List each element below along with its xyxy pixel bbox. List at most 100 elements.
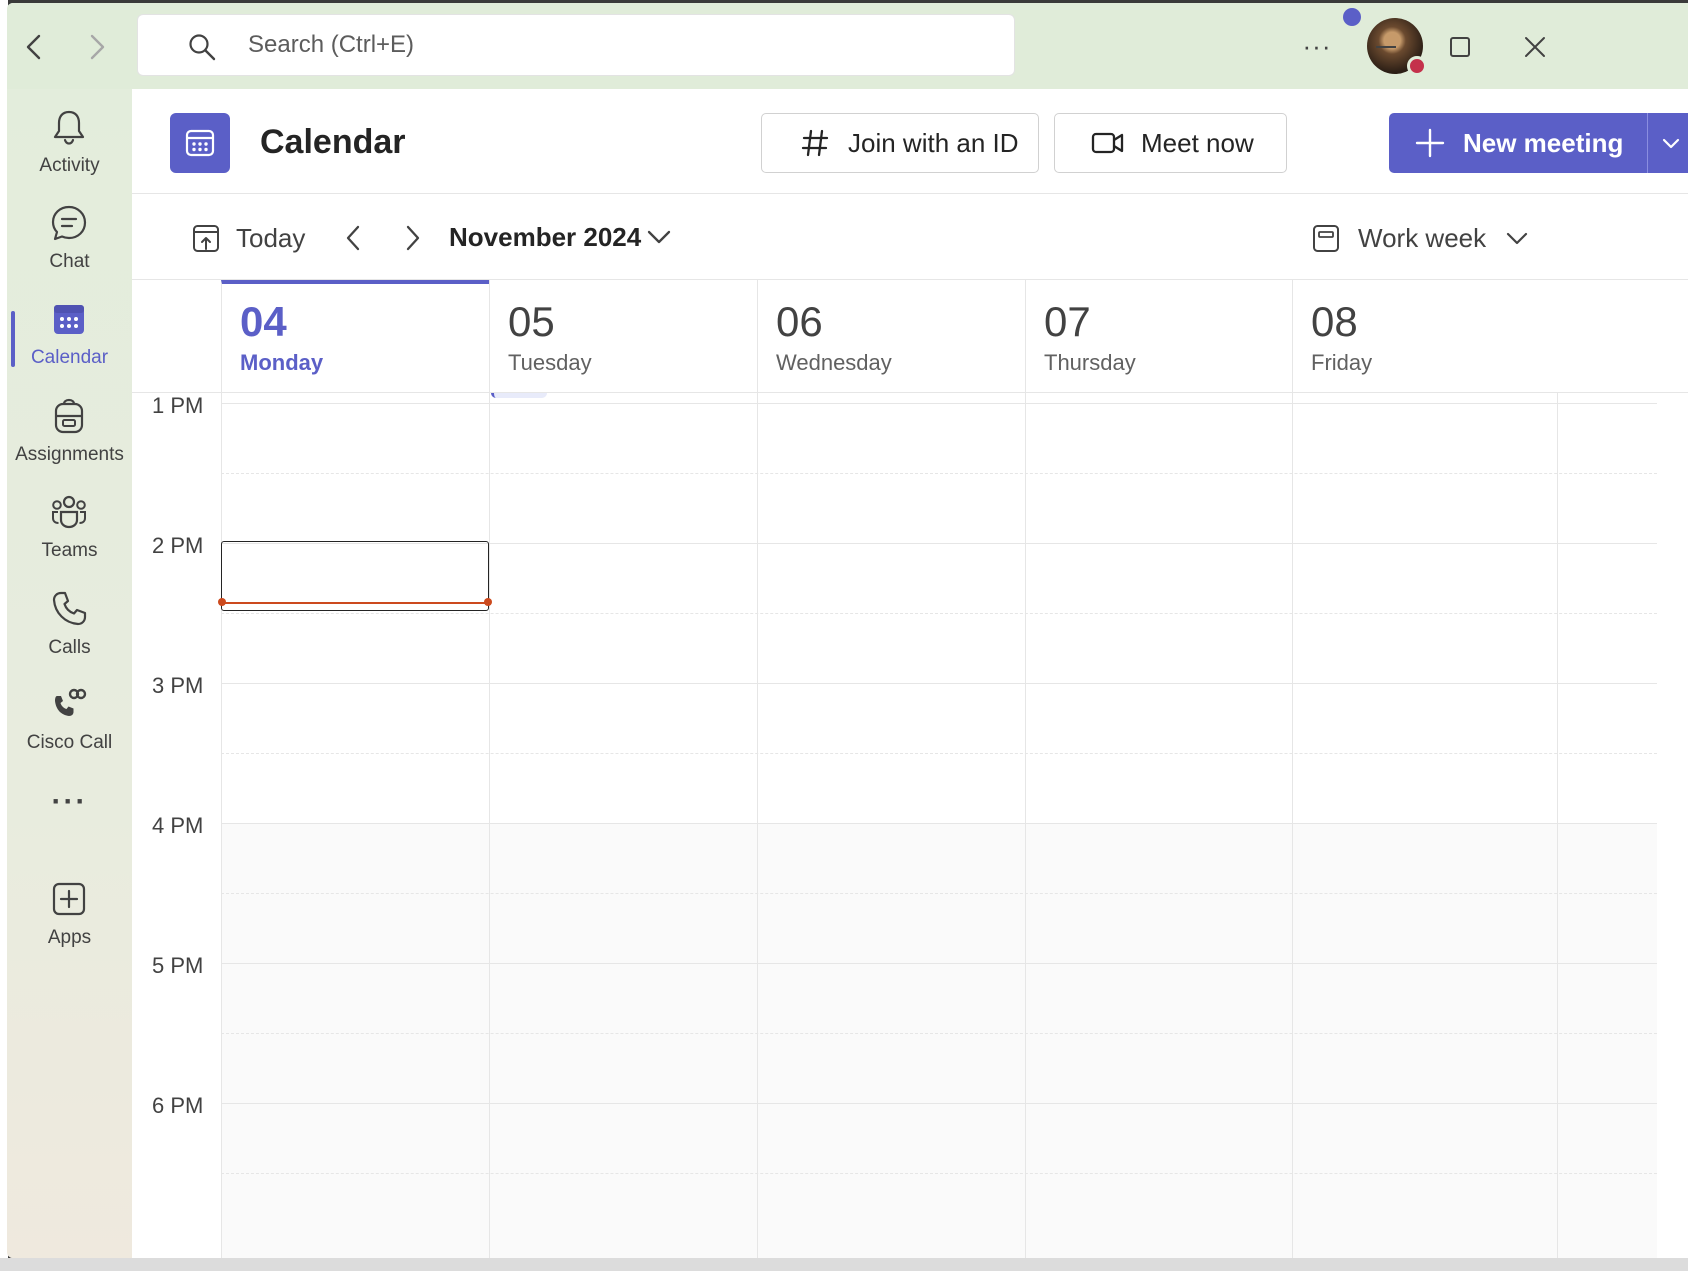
maximize-button[interactable] <box>1435 25 1485 69</box>
rail-item-label: Chat <box>49 251 90 272</box>
hashtag-icon <box>801 129 829 157</box>
search-input[interactable] <box>248 15 988 75</box>
time-label: 1 PM <box>152 393 204 418</box>
chevron-down-icon[interactable] <box>1659 131 1683 155</box>
previous-week-button[interactable] <box>333 216 373 260</box>
more-options-button[interactable]: ··· <box>1297 31 1337 61</box>
close-button[interactable] <box>1510 25 1560 69</box>
video-camera-icon <box>1091 132 1124 154</box>
rail-item-calls[interactable]: Calls <box>7 579 132 675</box>
rail-item-apps[interactable]: Apps <box>7 869 132 965</box>
teams-people-icon <box>52 495 86 529</box>
day-name: Friday <box>1311 350 1373 375</box>
day-number: 06 <box>776 298 823 345</box>
day-number: 08 <box>1311 298 1358 345</box>
search-icon <box>189 34 216 61</box>
day-name: Wednesday <box>776 350 892 375</box>
rail-item-label: Assignments <box>15 444 124 465</box>
next-week-button[interactable] <box>393 216 433 260</box>
day-header-friday[interactable]: 08 Friday <box>1292 280 1688 393</box>
day-number: 07 <box>1044 298 1091 345</box>
phone-icon <box>52 591 87 626</box>
calendar-icon <box>54 305 84 334</box>
today-button[interactable]: Today <box>192 218 305 258</box>
rail-item-activity[interactable]: Activity <box>7 97 132 193</box>
main-content: Calendar Join with an ID Meet now New me… <box>132 89 1688 1258</box>
view-switcher-label: Work week <box>1358 222 1487 253</box>
rail-item-label: Activity <box>39 155 100 176</box>
calendar-grid[interactable]: 1 PM 2 PM 3 PM 4 PM 5 PM 6 PM <box>132 393 1688 1258</box>
page-title: Calendar <box>260 123 406 161</box>
title-bar: ··· <box>7 3 1688 89</box>
day-column-thursday[interactable] <box>1025 393 1292 1258</box>
calendar-toolbar: Today November 2024 Work week <box>132 194 1688 280</box>
selected-time-slot[interactable] <box>221 541 489 611</box>
calendar-header: Calendar Join with an ID Meet now New me… <box>132 89 1688 194</box>
view-switcher-button[interactable]: Work week <box>1312 218 1530 258</box>
calendar-view-icon <box>1313 225 1339 252</box>
notification-dot <box>1343 8 1361 26</box>
rail-item-chat[interactable]: Chat <box>7 193 132 289</box>
day-column-monday[interactable] <box>221 393 489 1258</box>
day-column-wednesday[interactable] <box>757 393 1025 1258</box>
meet-now-label: Meet now <box>1141 127 1254 158</box>
time-label: 4 PM <box>152 813 204 838</box>
rail-more-apps-button[interactable]: ··· <box>7 783 132 833</box>
rail-item-cisco-call[interactable]: Cisco Call <box>7 674 132 770</box>
day-name: Thursday <box>1044 350 1136 375</box>
event-block-tuesday[interactable] <box>491 393 547 398</box>
chevron-right-icon <box>90 34 105 60</box>
current-time-indicator <box>221 602 489 604</box>
time-label: 5 PM <box>152 953 204 978</box>
join-with-id-button[interactable]: Join with an ID <box>761 113 1039 173</box>
new-meeting-label: New meeting <box>1463 128 1624 158</box>
rail-item-label: Calls <box>48 637 91 658</box>
calendar-today-icon <box>193 225 219 252</box>
close-icon <box>1525 37 1545 57</box>
chevron-right-icon <box>406 225 420 251</box>
teams-window: ··· Activity Chat Calendar <box>7 3 1688 1258</box>
bell-icon <box>53 110 85 145</box>
day-header-thursday[interactable]: 07 Thursday <box>1025 280 1293 393</box>
day-header-tuesday[interactable]: 05 Tuesday <box>489 280 757 393</box>
today-label: Today <box>236 222 306 253</box>
backpack-icon <box>54 398 84 434</box>
calendar-app-icon <box>170 113 230 173</box>
back-button[interactable] <box>14 27 54 67</box>
minimize-button[interactable] <box>1361 25 1411 69</box>
month-picker-label[interactable]: November 2024 <box>449 222 641 253</box>
day-number: 05 <box>508 298 555 345</box>
day-name: Tuesday <box>508 350 592 375</box>
current-time-dot <box>218 598 226 606</box>
join-with-id-label: Join with an ID <box>848 127 1019 158</box>
chevron-left-icon <box>346 225 360 251</box>
rail-item-label: Calendar <box>30 347 109 368</box>
rail-item-assignments[interactable]: Assignments <box>7 386 132 482</box>
plus-icon <box>1415 128 1445 158</box>
cisco-phone-icon <box>55 688 87 716</box>
day-name: Monday <box>240 350 324 375</box>
forward-button[interactable] <box>77 27 117 67</box>
day-header-monday[interactable]: 04 Monday <box>221 280 489 393</box>
day-column-tuesday[interactable] <box>489 393 757 1258</box>
minimize-icon <box>1376 46 1396 48</box>
app-rail: Activity Chat Calendar Assignments Teams… <box>7 89 132 1258</box>
day-column-friday[interactable] <box>1292 393 1558 1258</box>
calendar-icon <box>185 129 215 157</box>
time-label: 2 PM <box>152 533 204 558</box>
search-box[interactable] <box>137 14 1015 76</box>
new-meeting-button[interactable]: New meeting <box>1389 113 1688 173</box>
chevron-down-icon[interactable] <box>644 222 674 252</box>
add-app-icon <box>52 882 86 916</box>
rail-item-calendar[interactable]: Calendar <box>7 289 132 385</box>
chat-icon <box>51 205 87 241</box>
desktop-taskbar-edge <box>0 1258 1688 1271</box>
chevron-down-icon <box>1507 232 1528 245</box>
meet-now-button[interactable]: Meet now <box>1054 113 1287 173</box>
maximize-icon <box>1450 37 1470 57</box>
rail-item-label: Cisco Call <box>26 732 113 753</box>
day-header-wednesday[interactable]: 06 Wednesday <box>757 280 1025 393</box>
split-divider <box>1647 113 1648 173</box>
rail-item-label: Apps <box>47 927 92 948</box>
rail-item-teams[interactable]: Teams <box>7 482 132 578</box>
